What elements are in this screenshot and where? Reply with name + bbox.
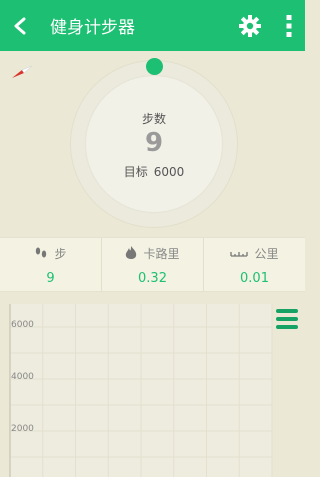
chevron-left-icon	[14, 17, 26, 34]
settings-button[interactable]	[235, 0, 265, 51]
stat-steps-label: 步	[54, 246, 67, 261]
steps-chart: 6000 4000 2000	[9, 304, 273, 477]
back-button[interactable]	[0, 0, 40, 51]
stat-calories: 卡路里 0.32	[102, 238, 204, 291]
stat-steps: 步 9	[0, 238, 102, 291]
compass-icon[interactable]	[10, 64, 34, 80]
stat-distance-value: 0.01	[240, 271, 269, 286]
y-tick-label: 4000	[11, 372, 34, 382]
steps-label: 步数	[141, 112, 166, 126]
flame-icon	[126, 245, 137, 259]
stat-distance-label: 公里	[254, 246, 279, 261]
more-options-button[interactable]	[277, 0, 301, 51]
stats-bar: 步 9 卡路里 0.32 公里 0.01	[0, 237, 305, 292]
stat-calories-value: 0.32	[138, 271, 167, 286]
goal-value: 6000	[153, 165, 185, 179]
more-vertical-icon	[286, 14, 292, 37]
stat-calories-label: 卡路里	[143, 246, 180, 261]
goal-label: 目标	[123, 165, 148, 179]
progress-indicator	[146, 58, 163, 75]
stat-steps-value: 9	[46, 271, 55, 286]
ruler-icon	[230, 252, 249, 257]
stat-distance: 公里 0.01	[204, 238, 305, 291]
steps-count: 9	[144, 128, 164, 158]
app-title: 健身计步器	[50, 18, 135, 38]
app-bar: 健身计步器	[0, 0, 305, 51]
footprints-icon	[36, 247, 47, 258]
gear-icon	[239, 14, 261, 37]
y-tick-label: 6000	[11, 320, 34, 330]
y-tick-label: 2000	[11, 424, 34, 434]
chart-menu-button[interactable]	[276, 309, 298, 329]
goal-line: 目标 6000	[86, 163, 222, 180]
